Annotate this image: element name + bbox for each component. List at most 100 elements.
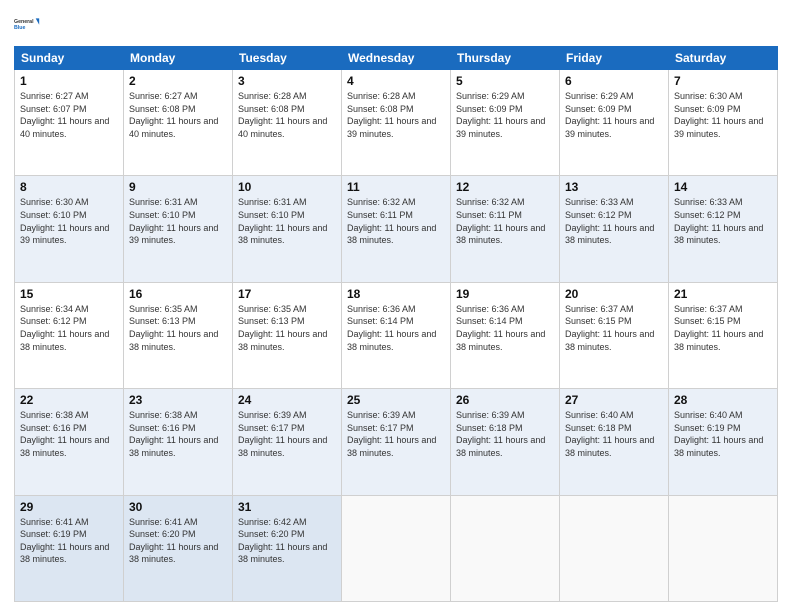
day-info: Sunrise: 6:41 AMSunset: 6:19 PMDaylight:…: [20, 517, 109, 565]
col-header-tuesday: Tuesday: [233, 47, 342, 70]
calendar-cell: 4 Sunrise: 6:28 AMSunset: 6:08 PMDaylight…: [342, 70, 451, 176]
day-info: Sunrise: 6:36 AMSunset: 6:14 PMDaylight:…: [347, 304, 436, 352]
day-number: 24: [238, 393, 336, 407]
day-info: Sunrise: 6:30 AMSunset: 6:10 PMDaylight:…: [20, 197, 109, 245]
calendar-cell: 21 Sunrise: 6:37 AMSunset: 6:15 PMDayligh…: [669, 282, 778, 388]
calendar-cell: 30Sunrise: 6:41 AMSunset: 6:20 PMDayligh…: [124, 495, 233, 601]
calendar-cell: 6 Sunrise: 6:29 AMSunset: 6:09 PMDaylight…: [560, 70, 669, 176]
calendar-cell: 22Sunrise: 6:38 AMSunset: 6:16 PMDayligh…: [15, 389, 124, 495]
day-number: 27: [565, 393, 663, 407]
day-number: 19: [456, 287, 554, 301]
day-info: Sunrise: 6:37 AMSunset: 6:15 PMDaylight:…: [674, 304, 763, 352]
day-info: Sunrise: 6:39 AMSunset: 6:17 PMDaylight:…: [347, 410, 436, 458]
logo: GeneralBlue: [14, 10, 42, 38]
day-info: Sunrise: 6:29 AMSunset: 6:09 PMDaylight:…: [456, 91, 545, 139]
calendar-cell: 18 Sunrise: 6:36 AMSunset: 6:14 PMDayligh…: [342, 282, 451, 388]
day-number: 10: [238, 180, 336, 194]
calendar-cell: 31 Sunrise: 6:42 AMSunset: 6:20 PMDayligh…: [233, 495, 342, 601]
day-number: 31: [238, 500, 336, 514]
day-number: 11: [347, 180, 445, 194]
day-info: Sunrise: 6:28 AMSunset: 6:08 PMDaylight:…: [347, 91, 436, 139]
calendar-cell: 29 Sunrise: 6:41 AMSunset: 6:19 PMDayligh…: [15, 495, 124, 601]
page: GeneralBlue SundayMondayTuesdayWednesday…: [0, 0, 792, 612]
svg-text:Blue: Blue: [14, 25, 25, 31]
day-number: 26: [456, 393, 554, 407]
day-info: Sunrise: 6:32 AMSunset: 6:11 PMDaylight:…: [456, 197, 545, 245]
day-info: Sunrise: 6:39 AMSunset: 6:18 PMDaylight:…: [456, 410, 545, 458]
day-number: 25: [347, 393, 445, 407]
header: GeneralBlue: [14, 10, 778, 38]
day-info: Sunrise: 6:40 AMSunset: 6:18 PMDaylight:…: [565, 410, 654, 458]
day-info: Sunrise: 6:35 AMSunset: 6:13 PMDaylight:…: [129, 304, 218, 352]
calendar-cell: 28Sunrise: 6:40 AMSunset: 6:19 PMDayligh…: [669, 389, 778, 495]
day-number: 22: [20, 393, 118, 407]
day-info: Sunrise: 6:31 AMSunset: 6:10 PMDaylight:…: [238, 197, 327, 245]
day-info: Sunrise: 6:31 AMSunset: 6:10 PMDaylight:…: [129, 197, 218, 245]
calendar-cell: 10 Sunrise: 6:31 AMSunset: 6:10 PMDayligh…: [233, 176, 342, 282]
day-number: 16: [129, 287, 227, 301]
day-number: 18: [347, 287, 445, 301]
day-number: 12: [456, 180, 554, 194]
day-info: Sunrise: 6:28 AMSunset: 6:08 PMDaylight:…: [238, 91, 327, 139]
day-number: 29: [20, 500, 118, 514]
day-info: Sunrise: 6:36 AMSunset: 6:14 PMDaylight:…: [456, 304, 545, 352]
day-number: 30: [129, 500, 227, 514]
day-number: 17: [238, 287, 336, 301]
calendar-cell: 15 Sunrise: 6:34 AMSunset: 6:12 PMDayligh…: [15, 282, 124, 388]
calendar-cell: 3Sunrise: 6:28 AMSunset: 6:08 PMDaylight…: [233, 70, 342, 176]
calendar-cell: [342, 495, 451, 601]
calendar-cell: 12 Sunrise: 6:32 AMSunset: 6:11 PMDayligh…: [451, 176, 560, 282]
col-header-sunday: Sunday: [15, 47, 124, 70]
calendar-cell: 7 Sunrise: 6:30 AMSunset: 6:09 PMDaylight…: [669, 70, 778, 176]
day-number: 8: [20, 180, 118, 194]
calendar-cell: 13Sunrise: 6:33 AMSunset: 6:12 PMDayligh…: [560, 176, 669, 282]
week-row-4: 22 Sunrise: 6:38 AMSunset: 6:16 PMDayligh…: [15, 389, 778, 495]
day-number: 21: [674, 287, 772, 301]
calendar-cell: [451, 495, 560, 601]
calendar-cell: 25 Sunrise: 6:39 AMSunset: 6:17 PMDayligh…: [342, 389, 451, 495]
calendar: SundayMondayTuesdayWednesdayThursdayFrid…: [14, 46, 778, 602]
day-number: 5: [456, 74, 554, 88]
day-number: 14: [674, 180, 772, 194]
calendar-cell: 27 Sunrise: 6:40 AMSunset: 6:18 PMDayligh…: [560, 389, 669, 495]
day-info: Sunrise: 6:29 AMSunset: 6:09 PMDaylight:…: [565, 91, 654, 139]
calendar-cell: 26 Sunrise: 6:39 AMSunset: 6:18 PMDayligh…: [451, 389, 560, 495]
day-number: 1: [20, 74, 118, 88]
calendar-cell: [560, 495, 669, 601]
day-number: 23: [129, 393, 227, 407]
day-info: Sunrise: 6:39 AMSunset: 6:17 PMDaylight:…: [238, 410, 327, 458]
day-info: Sunrise: 6:35 AMSunset: 6:13 PMDaylight:…: [238, 304, 327, 352]
day-info: Sunrise: 6:42 AMSunset: 6:20 PMDaylight:…: [238, 517, 327, 565]
day-info: Sunrise: 6:27 AMSunset: 6:07 PMDaylight:…: [20, 91, 109, 139]
day-info: Sunrise: 6:33 AMSunset: 6:12 PMDaylight:…: [674, 197, 763, 245]
calendar-cell: 14 Sunrise: 6:33 AMSunset: 6:12 PMDayligh…: [669, 176, 778, 282]
logo-icon: GeneralBlue: [14, 10, 42, 38]
day-info: Sunrise: 6:40 AMSunset: 6:19 PMDaylight:…: [674, 410, 763, 458]
week-row-5: 29 Sunrise: 6:41 AMSunset: 6:19 PMDayligh…: [15, 495, 778, 601]
calendar-cell: 16 Sunrise: 6:35 AMSunset: 6:13 PMDayligh…: [124, 282, 233, 388]
calendar-cell: 24 Sunrise: 6:39 AMSunset: 6:17 PMDayligh…: [233, 389, 342, 495]
col-header-thursday: Thursday: [451, 47, 560, 70]
day-number: 6: [565, 74, 663, 88]
calendar-cell: 8 Sunrise: 6:30 AMSunset: 6:10 PMDaylight…: [15, 176, 124, 282]
col-header-friday: Friday: [560, 47, 669, 70]
calendar-cell: 2Sunrise: 6:27 AMSunset: 6:08 PMDaylight…: [124, 70, 233, 176]
day-number: 20: [565, 287, 663, 301]
week-row-1: 1 Sunrise: 6:27 AMSunset: 6:07 PMDaylight…: [15, 70, 778, 176]
day-number: 15: [20, 287, 118, 301]
calendar-cell: 23 Sunrise: 6:38 AMSunset: 6:16 PMDayligh…: [124, 389, 233, 495]
day-number: 7: [674, 74, 772, 88]
calendar-cell: 5 Sunrise: 6:29 AMSunset: 6:09 PMDaylight…: [451, 70, 560, 176]
day-info: Sunrise: 6:37 AMSunset: 6:15 PMDaylight:…: [565, 304, 654, 352]
day-number: 4: [347, 74, 445, 88]
calendar-cell: 19 Sunrise: 6:36 AMSunset: 6:14 PMDayligh…: [451, 282, 560, 388]
calendar-cell: 20 Sunrise: 6:37 AMSunset: 6:15 PMDayligh…: [560, 282, 669, 388]
day-info: Sunrise: 6:30 AMSunset: 6:09 PMDaylight:…: [674, 91, 763, 139]
calendar-cell: 11Sunrise: 6:32 AMSunset: 6:11 PMDayligh…: [342, 176, 451, 282]
day-info: Sunrise: 6:38 AMSunset: 6:16 PMDaylight:…: [129, 410, 218, 458]
day-info: Sunrise: 6:27 AMSunset: 6:08 PMDaylight:…: [129, 91, 218, 139]
day-info: Sunrise: 6:34 AMSunset: 6:12 PMDaylight:…: [20, 304, 109, 352]
calendar-cell: 9Sunrise: 6:31 AMSunset: 6:10 PMDaylight…: [124, 176, 233, 282]
day-info: Sunrise: 6:33 AMSunset: 6:12 PMDaylight:…: [565, 197, 654, 245]
week-row-3: 15 Sunrise: 6:34 AMSunset: 6:12 PMDayligh…: [15, 282, 778, 388]
